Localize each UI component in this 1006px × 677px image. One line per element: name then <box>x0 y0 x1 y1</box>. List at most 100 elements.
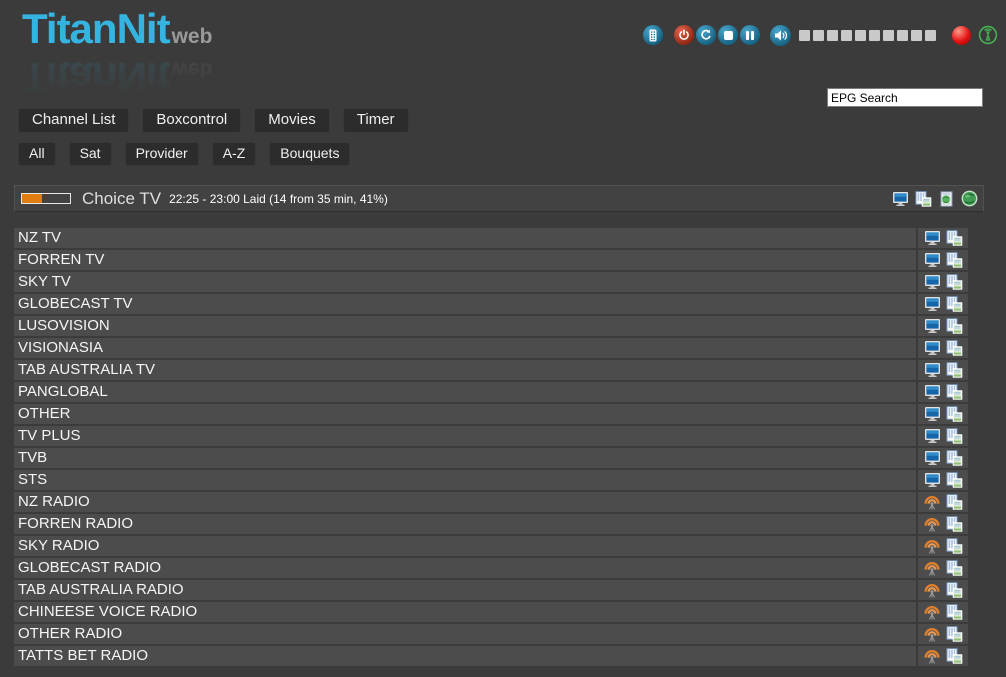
channel-name[interactable]: TAB AUSTRALIA TV <box>14 360 916 380</box>
tv-icon[interactable] <box>924 296 941 312</box>
tv-icon[interactable] <box>924 230 941 246</box>
epg-icon[interactable] <box>946 450 963 466</box>
epg-icon[interactable] <box>946 560 963 576</box>
radio-icon[interactable] <box>923 494 941 510</box>
channel-name[interactable]: GLOBECAST TV <box>14 294 916 314</box>
epg-icon[interactable] <box>946 318 963 334</box>
filter-provider[interactable]: Provider <box>125 142 199 166</box>
tv-icon[interactable] <box>924 340 941 356</box>
tab-movies[interactable]: Movies <box>254 108 330 133</box>
channel-name[interactable]: LUSOVISION <box>14 316 916 336</box>
volume-segment[interactable] <box>799 30 810 41</box>
channel-row-actions <box>918 470 968 490</box>
volume-segment[interactable] <box>827 30 838 41</box>
epg-icon[interactable] <box>946 296 963 312</box>
standby-button[interactable] <box>978 25 998 46</box>
globe-button[interactable] <box>961 190 978 207</box>
radio-icon[interactable] <box>923 582 941 598</box>
epg-icon[interactable] <box>946 626 963 642</box>
channel-name[interactable]: NZ TV <box>14 228 916 248</box>
stop-button[interactable] <box>718 25 738 45</box>
epg-icon[interactable] <box>946 582 963 598</box>
power-button[interactable] <box>674 25 694 45</box>
epg-icon[interactable] <box>946 274 963 290</box>
epg-icon[interactable] <box>946 340 963 356</box>
record-indicator[interactable] <box>952 26 971 45</box>
tab-timer[interactable]: Timer <box>343 108 409 133</box>
volume-segment[interactable] <box>925 30 936 41</box>
epg-icon[interactable] <box>946 538 963 554</box>
epg-icon[interactable] <box>946 494 963 510</box>
epg-search-input[interactable] <box>827 88 983 107</box>
tv-icon[interactable] <box>924 252 941 268</box>
filter-nav: All Sat Provider A-Z Bouquets <box>18 142 350 166</box>
channel-name[interactable]: TV PLUS <box>14 426 916 446</box>
volume-segment[interactable] <box>813 30 824 41</box>
channel-name[interactable]: CHINEESE VOICE RADIO <box>14 602 916 622</box>
channel-name[interactable]: TVB <box>14 448 916 468</box>
epg-icon[interactable] <box>946 428 963 444</box>
channel-row-actions <box>918 338 968 358</box>
radio-icon[interactable] <box>923 538 941 554</box>
now-playing-actions <box>892 190 978 207</box>
tab-boxcontrol[interactable]: Boxcontrol <box>142 108 241 133</box>
tv-icon[interactable] <box>924 274 941 290</box>
epg-multi-button[interactable] <box>915 191 932 207</box>
channel-row-actions <box>918 536 968 556</box>
epg-icon[interactable] <box>946 384 963 400</box>
filter-a-z[interactable]: A-Z <box>212 142 257 166</box>
channel-name[interactable]: OTHER <box>14 404 916 424</box>
tv-icon[interactable] <box>924 428 941 444</box>
refresh-button[interactable] <box>696 25 716 45</box>
stream-tv-button[interactable] <box>892 191 909 207</box>
channel-name[interactable]: PANGLOBAL <box>14 382 916 402</box>
epg-icon[interactable] <box>946 406 963 422</box>
channel-name[interactable]: SKY RADIO <box>14 536 916 556</box>
volume-segment[interactable] <box>897 30 908 41</box>
channel-name[interactable]: FORREN TV <box>14 250 916 270</box>
channel-name[interactable]: OTHER RADIO <box>14 624 916 644</box>
filter-bouquets[interactable]: Bouquets <box>269 142 350 166</box>
channel-name[interactable]: VISIONASIA <box>14 338 916 358</box>
tv-icon[interactable] <box>924 406 941 422</box>
epg-icon[interactable] <box>946 604 963 620</box>
filter-sat[interactable]: Sat <box>69 142 112 166</box>
channel-name[interactable]: GLOBECAST RADIO <box>14 558 916 578</box>
channel-name[interactable]: SKY TV <box>14 272 916 292</box>
epg-icon[interactable] <box>946 648 963 664</box>
radio-icon[interactable] <box>923 648 941 664</box>
volume-mute-button[interactable] <box>770 25 791 46</box>
channel-name[interactable]: FORREN RADIO <box>14 514 916 534</box>
epg-icon[interactable] <box>946 472 963 488</box>
radio-icon[interactable] <box>923 516 941 532</box>
radio-icon[interactable] <box>923 604 941 620</box>
remote-control-button[interactable] <box>643 25 663 45</box>
channel-row: OTHER <box>14 404 968 424</box>
volume-segment[interactable] <box>911 30 922 41</box>
volume-segment[interactable] <box>869 30 880 41</box>
channel-name[interactable]: TATTS BET RADIO <box>14 646 916 666</box>
radio-icon[interactable] <box>923 560 941 576</box>
volume-segment[interactable] <box>841 30 852 41</box>
channel-name[interactable]: TAB AUSTRALIA RADIO <box>14 580 916 600</box>
epg-icon[interactable] <box>946 252 963 268</box>
volume-segment[interactable] <box>855 30 866 41</box>
channel-name[interactable]: STS <box>14 470 916 490</box>
progress-fill <box>22 194 42 203</box>
channel-row: PANGLOBAL <box>14 382 968 402</box>
channel-name[interactable]: NZ RADIO <box>14 492 916 512</box>
radio-icon[interactable] <box>923 626 941 642</box>
tab-channel-list[interactable]: Channel List <box>18 108 129 133</box>
epg-icon[interactable] <box>946 516 963 532</box>
pause-button[interactable] <box>740 25 760 45</box>
tv-icon[interactable] <box>924 318 941 334</box>
volume-segment[interactable] <box>883 30 894 41</box>
tv-icon[interactable] <box>924 472 941 488</box>
tv-icon[interactable] <box>924 362 941 378</box>
tv-icon[interactable] <box>924 384 941 400</box>
epg-icon[interactable] <box>946 362 963 378</box>
tv-icon[interactable] <box>924 450 941 466</box>
filter-all[interactable]: All <box>18 142 56 166</box>
epg-icon[interactable] <box>946 230 963 246</box>
epg-web-button[interactable] <box>938 191 955 207</box>
